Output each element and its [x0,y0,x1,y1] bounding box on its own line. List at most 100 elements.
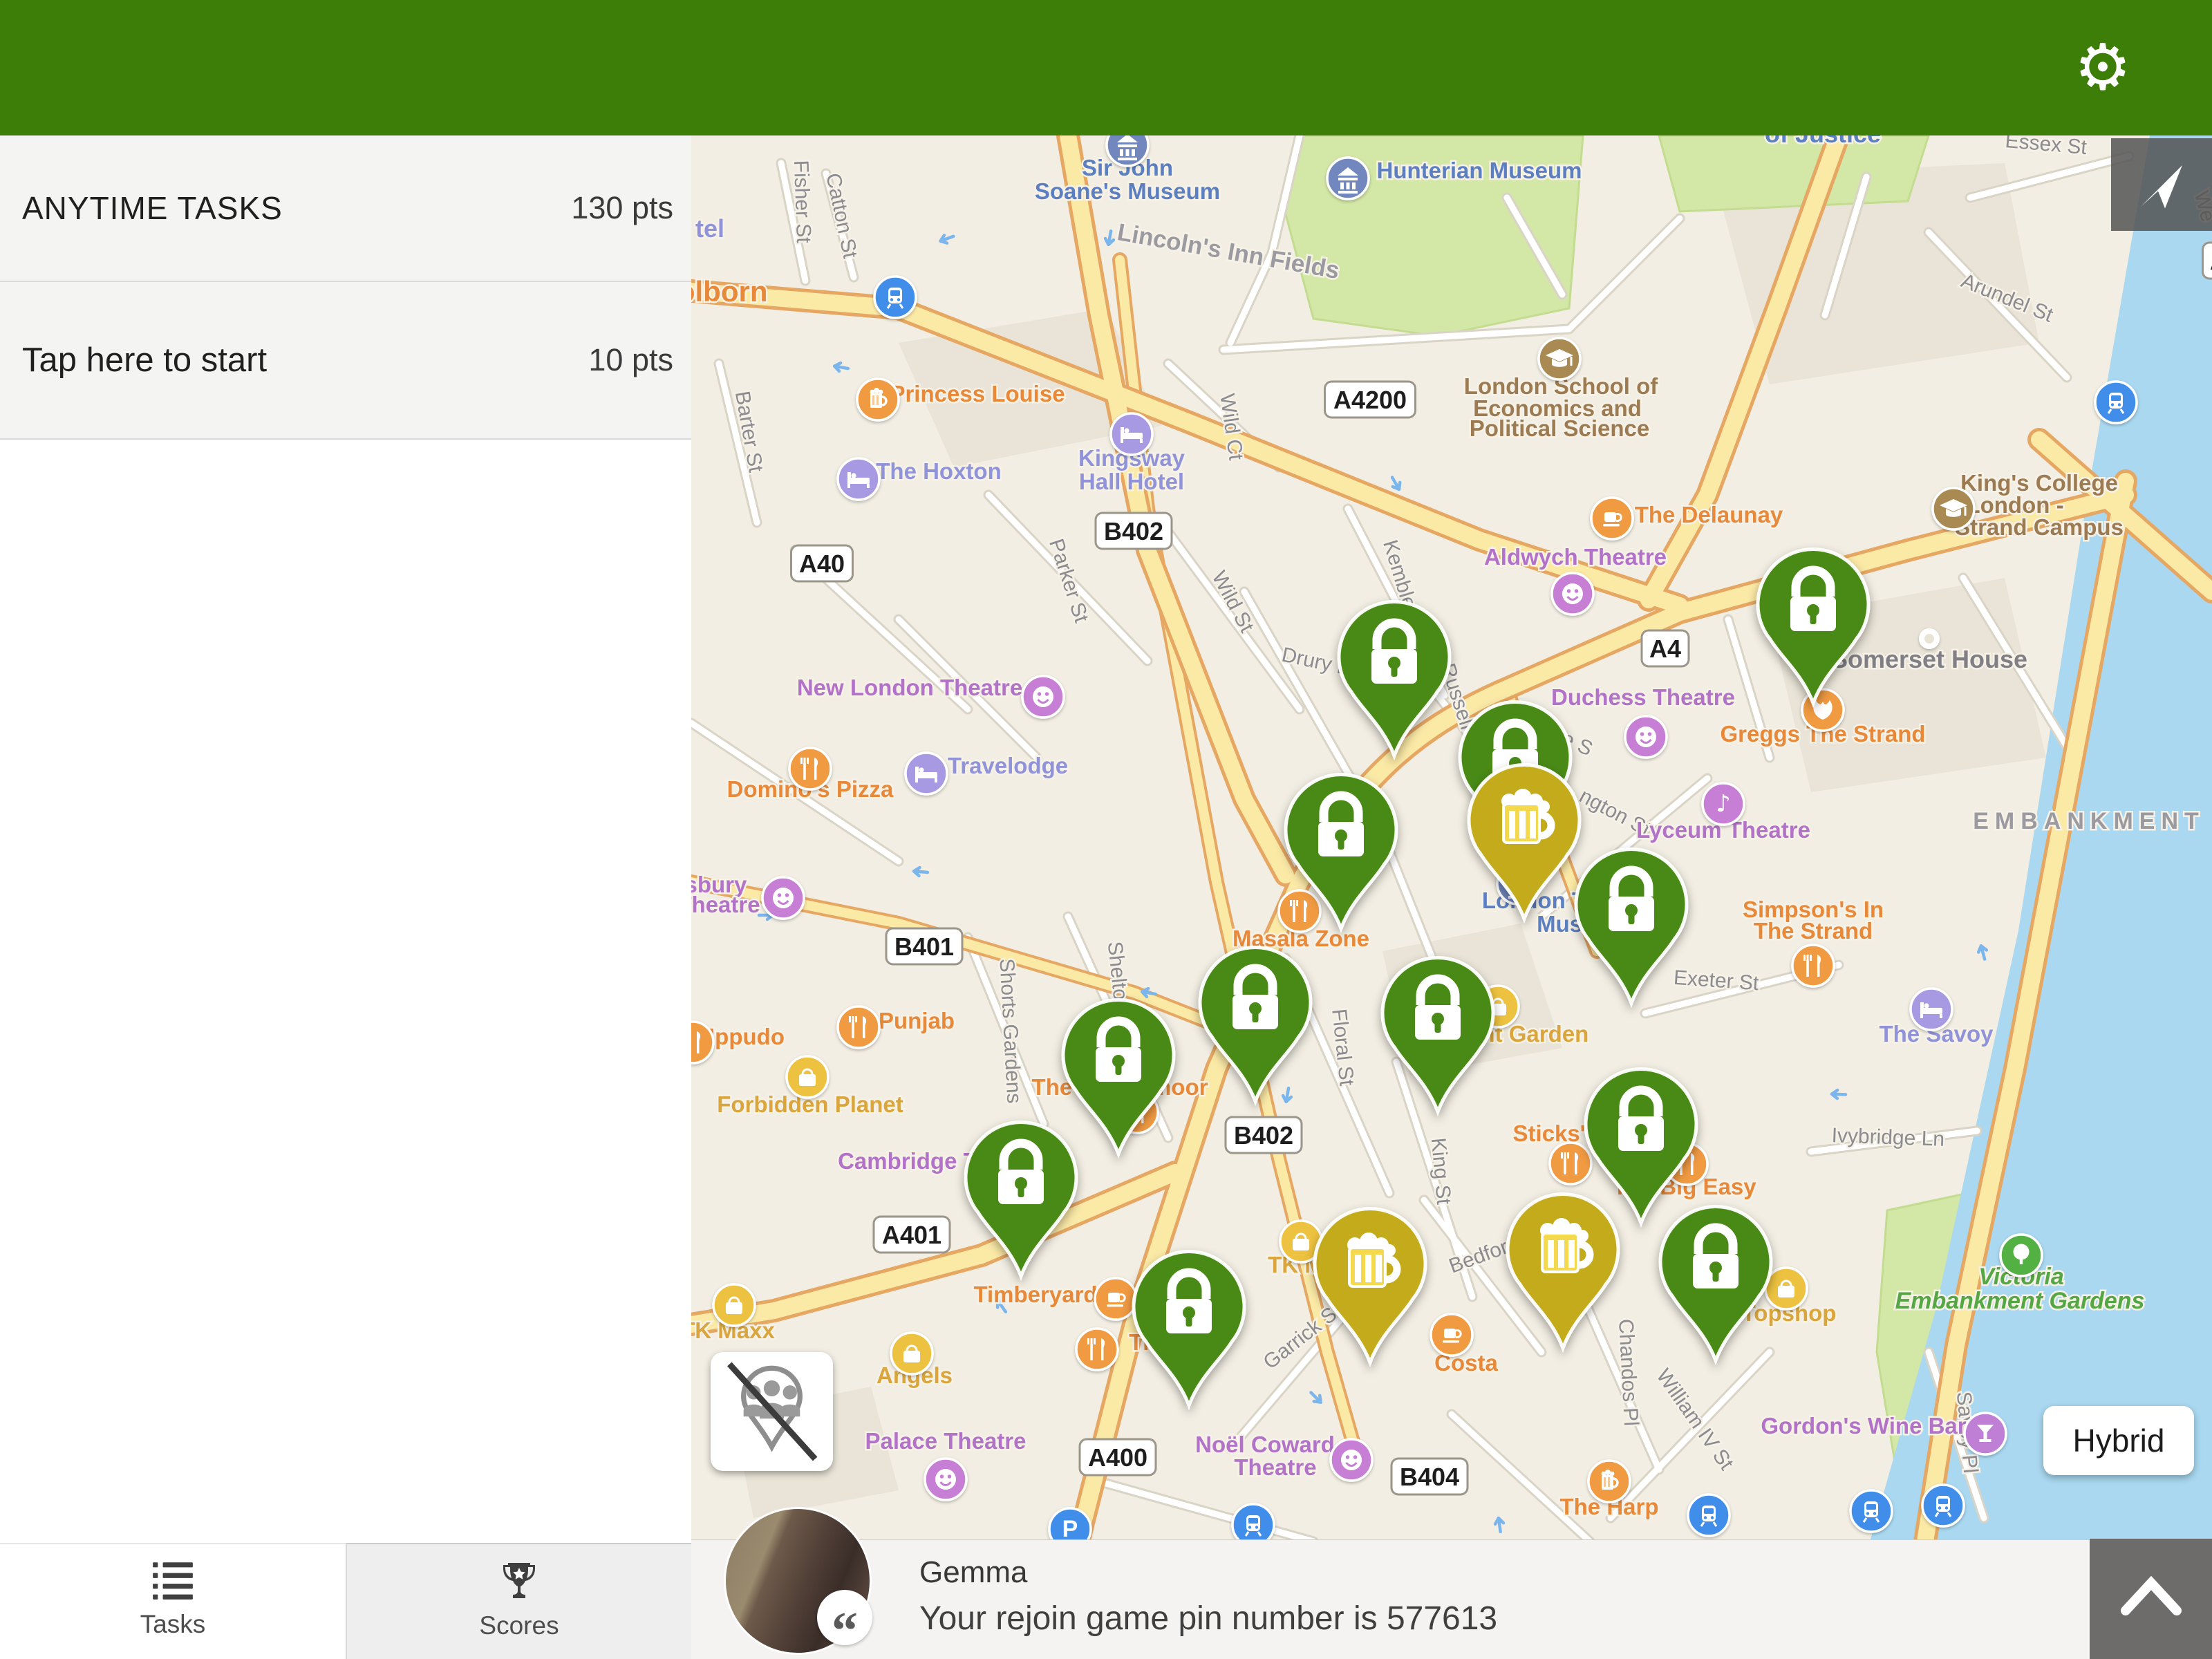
map-poi-label: The Strand [1754,918,1873,944]
map-poi-label: Strand Campus [1955,514,2124,540]
map-poi-label: Aldwych Theatre [1484,544,1667,570]
poi-hotel-icon[interactable] [906,753,947,794]
hide-players-button[interactable] [711,1352,833,1471]
poi-hotel-icon[interactable] [1911,988,1952,1030]
svg-text:B404: B404 [1400,1463,1459,1491]
map-poi-label: Holborn [691,275,767,308]
poi-theatre-icon[interactable] [1552,573,1593,615]
expand-chat-button[interactable] [2090,1539,2212,1659]
no-people-pin-icon [711,1352,833,1471]
poi-train-icon[interactable] [1688,1494,1730,1536]
app-screen: ⚙ ANYTIME TASKS 130 pts Tap here to star… [0,0,2212,1659]
poi-rest-icon[interactable] [1279,890,1320,932]
poi-edu-icon[interactable] [1539,338,1580,379]
quote-icon: “ [817,1590,872,1645]
svg-text:A401: A401 [882,1221,941,1249]
poi-hotel-icon[interactable] [1111,413,1152,455]
poi-cafe-icon[interactable] [1095,1278,1136,1320]
poi-rest-icon[interactable] [789,748,831,789]
anytime-tasks-points: 130 pts [571,190,673,226]
map-canvas[interactable]: Fisher StCatton StBarter StParker StWild… [691,135,2212,1541]
poi-tree-icon[interactable] [2000,1235,2042,1276]
poi-museum-icon[interactable] [1327,158,1369,199]
map-poi-label: Punjab [879,1008,955,1033]
map-poi-label: Soane's Museum [1035,178,1220,204]
poi-music-icon[interactable]: ♪ [1703,783,1744,825]
map-poi-label: Travelodge [948,753,1068,778]
app-header: ⚙ [0,0,2212,135]
chevron-up-icon [2120,1575,2182,1618]
map-poi-label: Duchess Theatre [1551,684,1735,710]
tab-tasks-label: Tasks [0,1610,346,1639]
svg-text:P: P [1062,1516,1078,1541]
map-poi-label: Theatre [691,892,760,917]
poi-rest-icon[interactable] [838,1006,879,1048]
poi-bag-icon[interactable] [713,1284,755,1326]
poi-edu-icon[interactable] [1933,488,1974,529]
poi-cocktail-icon[interactable] [1965,1413,2006,1454]
road-badge: A400 [1080,1439,1156,1475]
road-badge: B402 [1096,513,1172,549]
map-poi-label: Hunterian Museum [1376,158,1582,183]
poi-pub-icon[interactable] [857,379,899,420]
poi-pub-icon[interactable] [1588,1461,1630,1502]
poi-museum-icon[interactable] [1107,135,1148,166]
tab-tasks[interactable]: Tasks [0,1543,346,1659]
notification-sender: Gemma [919,1555,1027,1590]
map-poi-label: Somerset House [1831,645,2027,673]
tasks-sidebar: ANYTIME TASKS 130 pts Tap here to start … [0,135,691,1543]
map-poi-label: Embankment Gardens [1895,1288,2145,1314]
anytime-tasks-header-row: ANYTIME TASKS 130 pts [0,135,691,282]
map-poi-label: tel [695,214,724,243]
locate-me-button[interactable] [2111,138,2212,231]
settings-gear-icon[interactable]: ⚙ [2070,35,2136,101]
road-badge: B401 [886,928,962,964]
map-poi-label: Gordon's Wine Bar [1761,1413,1966,1438]
tap-to-start-points: 10 pts [588,342,673,378]
notification-bar[interactable]: “ Gemma Your rejoin game pin number is 5… [691,1539,2212,1659]
hybrid-map-toggle[interactable]: Hybrid [2043,1406,2194,1475]
poi-bag-icon[interactable] [891,1333,932,1374]
poi-train-icon[interactable] [1850,1490,1892,1532]
poi-rest-icon[interactable] [1550,1143,1591,1184]
poi-theatre-icon[interactable] [1331,1439,1372,1481]
road-badge: A4 [1642,630,1689,666]
svg-text:♪: ♪ [1716,790,1731,818]
tab-scores[interactable]: Scores [346,1543,691,1659]
poi-theatre-icon[interactable] [762,877,804,919]
road-badge: A4200 [1325,382,1416,418]
poi-rest-icon[interactable] [1076,1329,1118,1370]
anytime-tasks-label: ANYTIME TASKS [22,189,283,227]
road-badge: B404 [1391,1459,1468,1494]
map-poi-label: Princess Louise [890,381,1065,406]
svg-text:B401: B401 [894,932,954,961]
poi-parking-icon[interactable]: P [1049,1508,1091,1541]
notification-message: Your rejoin game pin number is 577613 [919,1600,1497,1638]
poi-cafe-icon[interactable] [1431,1314,1472,1356]
poi-train-icon[interactable] [1922,1485,1964,1526]
tap-to-start-label: Tap here to start [22,341,267,379]
poi-bag-icon[interactable] [787,1056,828,1098]
road-badge: B402 [1226,1117,1302,1153]
poi-theatre-icon[interactable] [1625,716,1667,758]
map-view[interactable]: Fisher StCatton StBarter StParker StWild… [691,135,2212,1541]
poi-hotel-icon[interactable] [838,458,879,500]
tap-to-start-row[interactable]: Tap here to start 10 pts [0,282,691,440]
svg-text:B402: B402 [1234,1121,1293,1150]
poi-ring-icon[interactable] [1919,628,1940,649]
map-street-label: Fisher St [789,160,815,244]
poi-train-icon[interactable] [874,276,916,318]
map-poi-label: Ippudo [709,1024,785,1049]
poi-train-icon[interactable] [2095,382,2137,423]
navigation-arrow-icon [2137,162,2186,210]
road-badge: A401 [874,1217,950,1253]
poi-cafe-icon[interactable] [1591,498,1633,539]
map-poi-label: The Hoxton [876,458,1001,484]
map-poi-label: New London Theatre [797,675,1022,700]
poi-rest-icon[interactable] [1792,945,1834,986]
poi-theatre-icon[interactable] [1022,676,1064,718]
poi-theatre-icon[interactable] [925,1459,966,1500]
poi-train-icon[interactable] [1232,1504,1274,1541]
poi-bag-icon[interactable] [1765,1268,1807,1309]
map-poi-label: Political Science [1470,415,1649,441]
